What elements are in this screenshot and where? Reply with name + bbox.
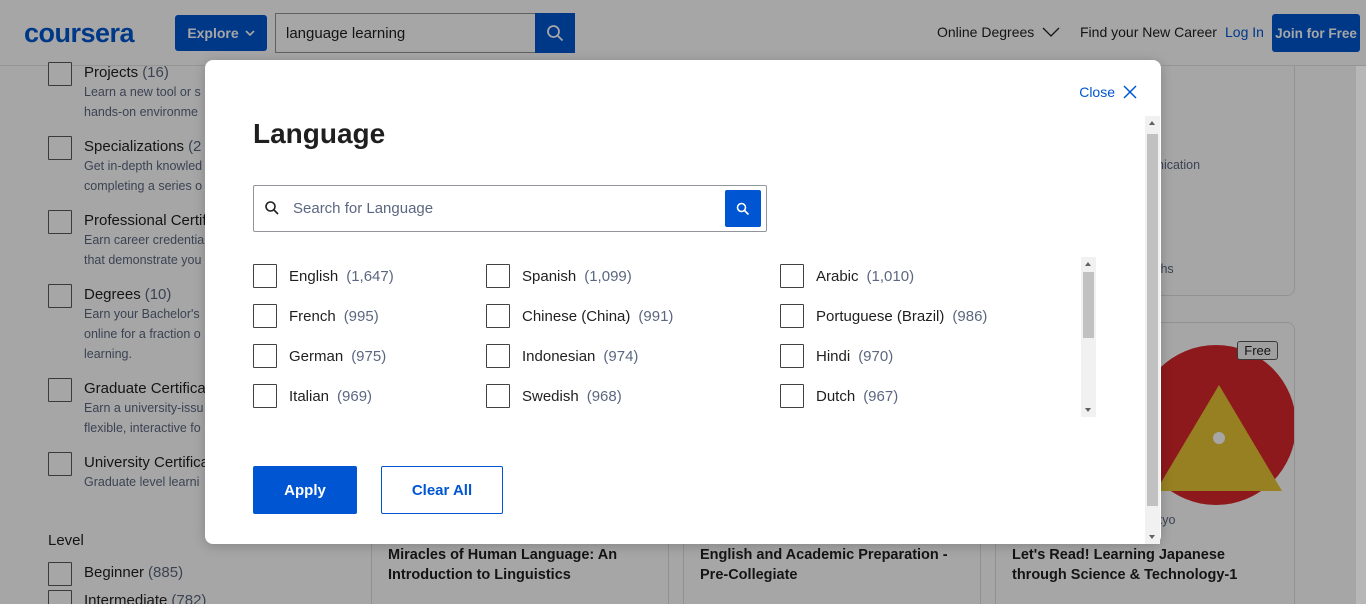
checkbox-icon[interactable] xyxy=(253,304,277,328)
checkbox-icon[interactable] xyxy=(253,384,277,408)
language-list-scrollbar[interactable] xyxy=(1081,257,1096,417)
checkbox-icon[interactable] xyxy=(780,264,804,288)
checkbox-icon[interactable] xyxy=(253,344,277,368)
language-option-hindi[interactable]: Hindi (970) xyxy=(780,344,893,368)
language-option-portuguese-brazil[interactable]: Portuguese (Brazil) (986) xyxy=(780,304,987,328)
language-count: (1,099) xyxy=(584,267,632,285)
language-count: (970) xyxy=(858,347,894,365)
language-count: (986) xyxy=(952,307,988,325)
language-modal: Close Language Search for Language Engli… xyxy=(205,60,1161,544)
modal-scrollbar[interactable] xyxy=(1145,116,1160,544)
scrollbar-thumb[interactable] xyxy=(1147,134,1158,506)
checkbox-icon[interactable] xyxy=(780,384,804,408)
language-name: Indonesian xyxy=(522,347,596,365)
language-name: Hindi xyxy=(816,347,851,365)
language-count: (974) xyxy=(603,347,639,365)
scroll-down-icon[interactable] xyxy=(1085,408,1091,412)
apply-button[interactable]: Apply xyxy=(253,466,357,514)
page-scrollbar[interactable] xyxy=(1356,66,1366,604)
checkbox-icon[interactable] xyxy=(780,304,804,328)
language-name: German xyxy=(289,347,344,365)
checkbox-icon[interactable] xyxy=(486,344,510,368)
language-search-input[interactable]: Search for Language xyxy=(293,200,433,217)
language-name: Italian xyxy=(289,387,330,405)
language-option-chinese-china[interactable]: Chinese (China) (991) xyxy=(486,304,673,328)
language-option-english[interactable]: English (1,647) xyxy=(253,264,394,288)
clear-all-button[interactable]: Clear All xyxy=(381,466,503,514)
language-name: Swedish xyxy=(522,387,579,405)
language-count: (991) xyxy=(638,307,674,325)
language-name: Chinese (China) xyxy=(522,307,631,325)
checkbox-icon[interactable] xyxy=(486,384,510,408)
language-count: (967) xyxy=(863,387,899,405)
search-icon xyxy=(265,201,279,215)
language-name: Arabic xyxy=(816,267,859,285)
language-name: English xyxy=(289,267,339,285)
checkbox-icon[interactable] xyxy=(486,304,510,328)
checkbox-icon[interactable] xyxy=(780,344,804,368)
language-count: (968) xyxy=(586,387,622,405)
language-option-indonesian[interactable]: Indonesian (974) xyxy=(486,344,638,368)
language-name: Dutch xyxy=(816,387,856,405)
close-button[interactable]: Close xyxy=(1079,84,1137,100)
language-count: (975) xyxy=(351,347,387,365)
language-count: (1,010) xyxy=(866,267,915,285)
language-count: (969) xyxy=(337,387,373,405)
language-option-dutch[interactable]: Dutch (967) xyxy=(780,384,898,408)
language-name: French xyxy=(289,307,336,325)
language-option-swedish[interactable]: Swedish (968) xyxy=(486,384,622,408)
language-option-german[interactable]: German (975) xyxy=(253,344,386,368)
language-search-button[interactable] xyxy=(725,190,761,227)
scrollbar-thumb[interactable] xyxy=(1083,272,1094,338)
scroll-down-icon[interactable] xyxy=(1149,535,1155,539)
language-option-spanish[interactable]: Spanish (1,099) xyxy=(486,264,632,288)
language-option-french[interactable]: French (995) xyxy=(253,304,379,328)
language-name: Spanish xyxy=(522,267,577,285)
checkbox-icon[interactable] xyxy=(486,264,510,288)
language-search-field[interactable]: Search for Language xyxy=(253,185,767,232)
language-count: (1,647) xyxy=(346,267,394,285)
language-name: Portuguese (Brazil) xyxy=(816,307,945,325)
search-icon xyxy=(736,202,750,215)
language-option-italian[interactable]: Italian (969) xyxy=(253,384,372,408)
scroll-up-icon[interactable] xyxy=(1149,121,1155,125)
scroll-up-icon[interactable] xyxy=(1085,262,1091,266)
close-icon xyxy=(1123,85,1137,99)
language-option-arabic[interactable]: Arabic (1,010) xyxy=(780,264,914,288)
close-label: Close xyxy=(1079,84,1115,100)
modal-title: Language xyxy=(253,118,386,149)
language-count: (995) xyxy=(343,307,379,325)
checkbox-icon[interactable] xyxy=(253,264,277,288)
